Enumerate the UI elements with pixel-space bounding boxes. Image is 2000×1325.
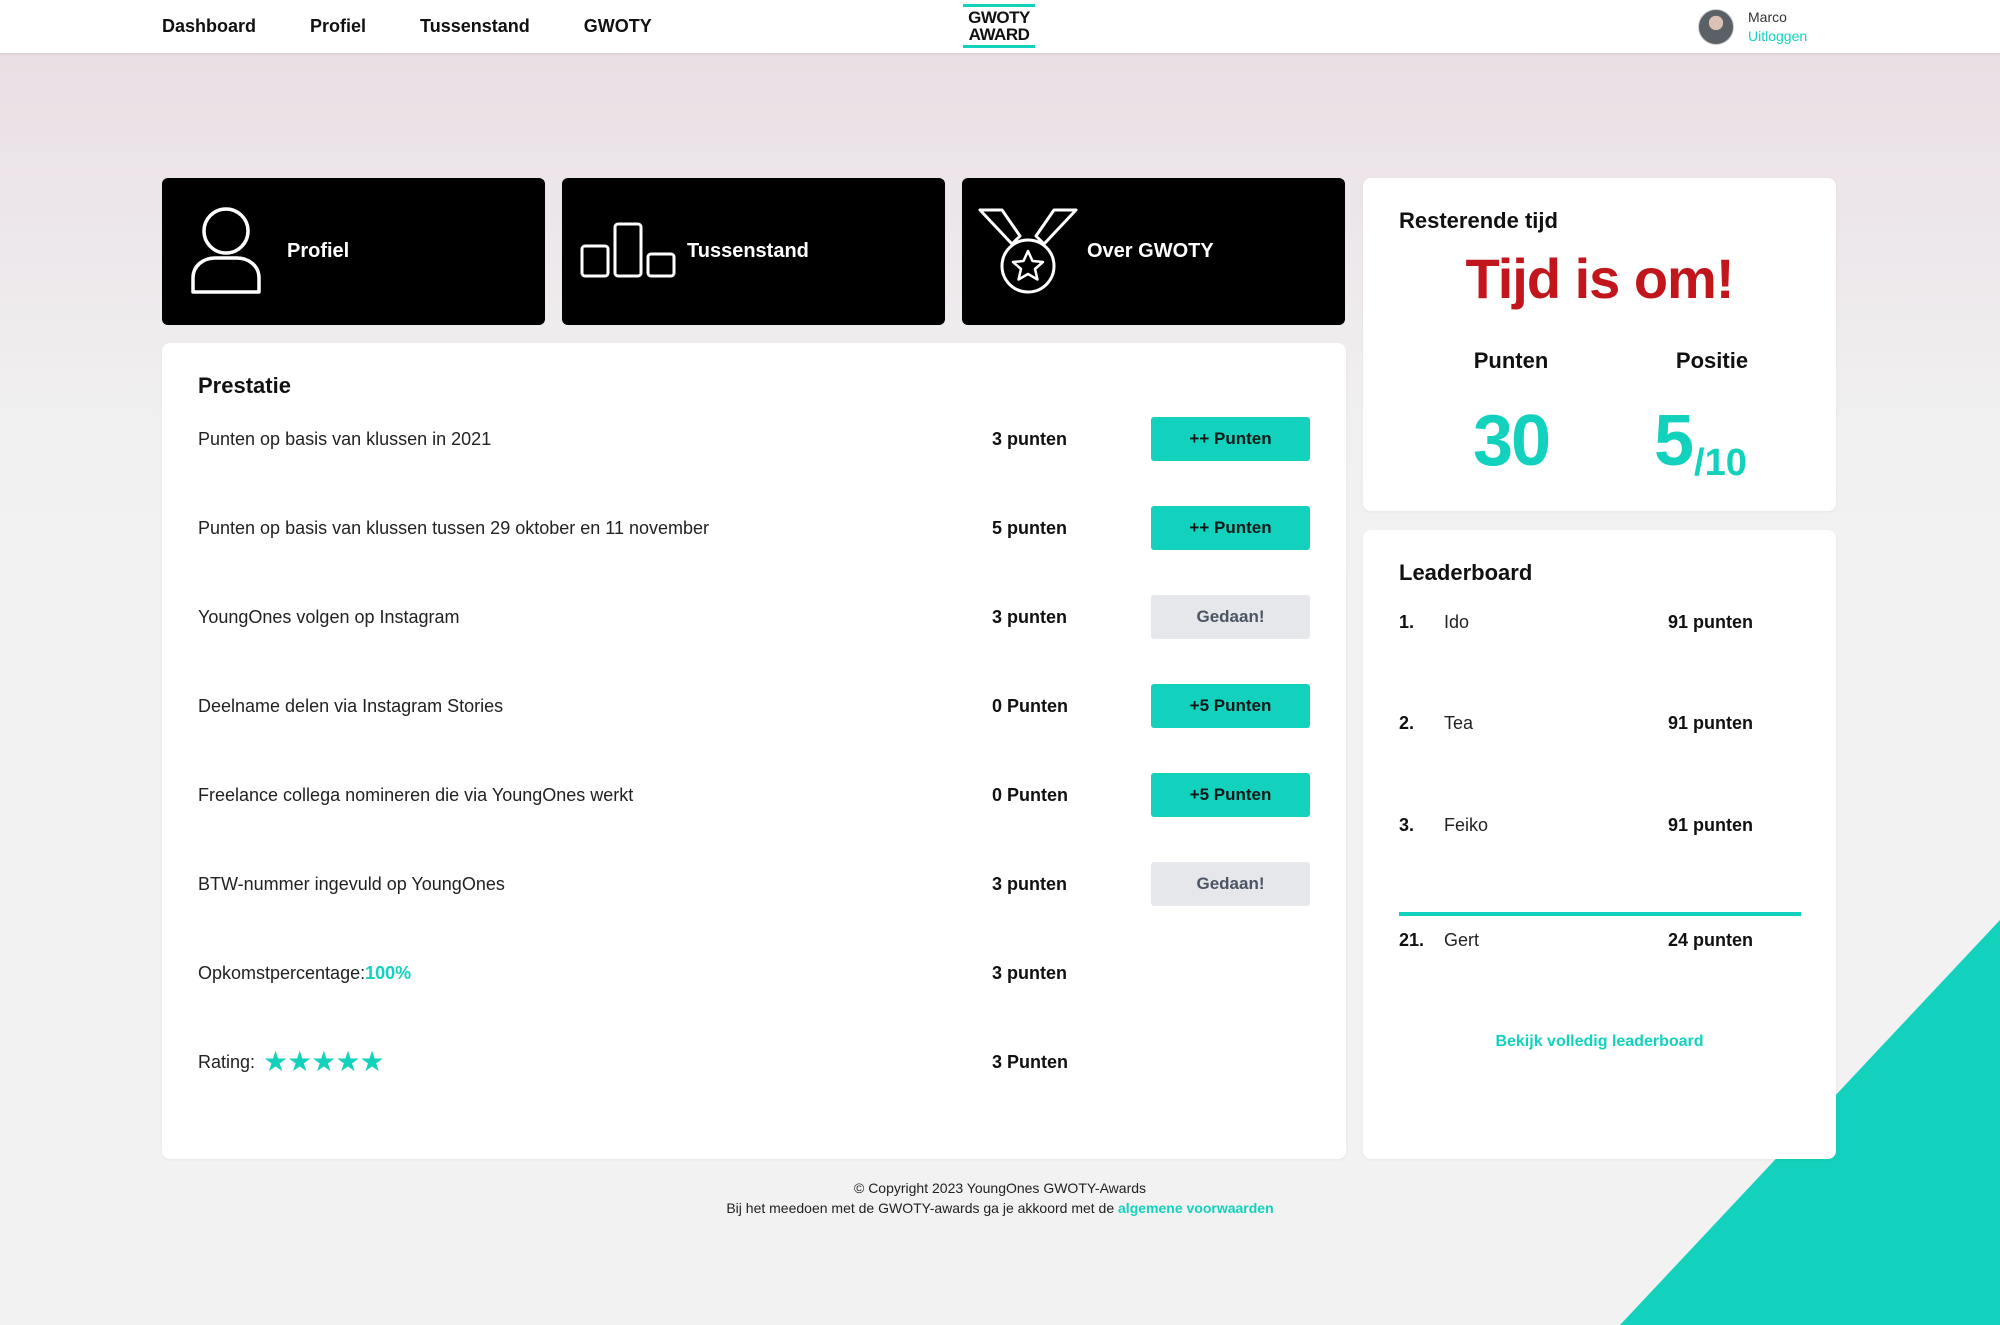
done-button[interactable]: Gedaan! <box>1151 862 1310 906</box>
leaderboard-points: 91 punten <box>1668 612 1754 632</box>
terms-text: Bij het meedoen met de GWOTY-awards ga j… <box>0 1198 2000 1218</box>
leaderboard-row: 1. Ido 91 punten <box>1399 610 1803 634</box>
nav-links: Dashboard Profiel Tussenstand GWOTY <box>162 0 652 53</box>
points-value: 30 <box>1472 401 1551 481</box>
position-value-wrap: 5/10 <box>1637 400 1807 485</box>
prestatie-title: Prestatie <box>198 373 291 398</box>
list-item: Punten op basis van klussen in 2021 3 pu… <box>198 417 1310 461</box>
done-button[interactable]: Gedaan! <box>1151 595 1310 639</box>
add-points-button[interactable]: ++ Punten <box>1151 506 1310 550</box>
add-points-button[interactable]: +5 Punten <box>1151 773 1310 817</box>
leaderboard-own-row: 21. Gert 24 punten <box>1399 928 1803 952</box>
tile-label-over-gwoty: Over GWOTY <box>1087 240 1214 262</box>
leaderboard-row: 3. Feiko 91 punten <box>1399 813 1803 837</box>
remaining-time-title: Resterende tijd <box>1399 208 1558 233</box>
medal-icon <box>978 208 1078 299</box>
leaderboard-name: Feiko <box>1444 815 1489 835</box>
star-rating-icon: ★★★★★ <box>263 1046 385 1077</box>
position-label: Positie <box>1675 348 1749 373</box>
bar-chart-icon <box>580 222 676 283</box>
list-item: Rating: ★★★★★ 3 Punten <box>198 1040 1310 1084</box>
list-item: BTW-nummer ingevuld op YoungOnes 3 punte… <box>198 862 1310 906</box>
list-item: Punten op basis van klussen tussen 29 ok… <box>198 506 1310 550</box>
nav-link-dashboard[interactable]: Dashboard <box>162 16 256 37</box>
list-item: Freelance collega nomineren die via Youn… <box>198 773 1310 817</box>
user-text: Marco Uitloggen <box>1748 8 1807 46</box>
row-points: 3 punten <box>992 963 1067 983</box>
leaderboard-points: 91 punten <box>1668 713 1754 733</box>
tile-tussenstand[interactable]: Tussenstand <box>562 178 945 325</box>
full-leaderboard-link[interactable]: Bekijk volledig leaderboard <box>1363 1033 1836 1051</box>
leaderboard-rank: 1. <box>1399 612 1415 632</box>
avatar[interactable] <box>1698 9 1734 45</box>
attendance-label-text: Opkomstpercentage: <box>198 963 366 983</box>
logo-line-2: AWARD <box>968 25 1030 44</box>
prestatie-card: Prestatie Punten op basis van klussen in… <box>162 343 1346 1159</box>
leaderboard-card: Leaderboard 1. Ido 91 punten 2. Tea 91 p… <box>1363 530 1836 1159</box>
position-value: 5 <box>1654 401 1695 481</box>
time-up-status: Tijd is om! <box>1465 247 1735 310</box>
list-item: Opkomstpercentage:100% 3 punten <box>198 951 1310 995</box>
row-label: Punten op basis van klussen in 2021 <box>198 429 492 449</box>
logo-bottom-bar <box>963 45 1035 48</box>
leaderboard-rank: 21. <box>1399 930 1425 950</box>
leaderboard-rank: 2. <box>1399 713 1415 733</box>
leaderboard-row: 2. Tea 91 punten <box>1399 711 1803 735</box>
row-points: 3 punten <box>992 607 1067 627</box>
leaderboard-divider <box>1399 912 1801 916</box>
leaderboard-name: Gert <box>1444 930 1480 950</box>
leaderboard-points: 91 punten <box>1668 815 1754 835</box>
row-label: Punten op basis van klussen tussen 29 ok… <box>198 518 709 538</box>
row-points: 5 punten <box>992 518 1067 538</box>
row-points: 3 punten <box>992 874 1067 894</box>
tile-profiel[interactable]: Profiel <box>162 178 545 325</box>
leaderboard-name: Ido <box>1444 612 1470 632</box>
row-label: BTW-nummer ingevuld op YoungOnes <box>198 874 505 894</box>
nav-link-tussenstand[interactable]: Tussenstand <box>420 16 530 37</box>
nav-link-profiel[interactable]: Profiel <box>310 16 366 37</box>
leaderboard-title: Leaderboard <box>1399 560 1533 585</box>
row-label: Deelname delen via Instagram Stories <box>198 696 504 716</box>
user-name: Marco <box>1748 9 1787 25</box>
position-total: /10 <box>1694 442 1747 484</box>
tile-over-gwoty[interactable]: Over GWOTY <box>962 178 1345 325</box>
leaderboard-rank: 3. <box>1399 815 1415 835</box>
row-points: 3 Punten <box>992 1052 1069 1072</box>
gwoty-award-logo[interactable]: GWOTY AWARD <box>963 4 1035 49</box>
row-label: YoungOnes volgen op Instagram <box>198 607 460 627</box>
row-points: 0 Punten <box>992 785 1069 805</box>
add-points-button[interactable]: +5 Punten <box>1151 684 1310 728</box>
nav-link-gwoty[interactable]: GWOTY <box>584 16 652 37</box>
points-label: Punten <box>1473 348 1549 373</box>
add-points-button[interactable]: ++ Punten <box>1151 417 1310 461</box>
rating-label: Rating: ★★★★★ <box>198 1040 385 1084</box>
user-menu: Marco Uitloggen <box>1698 8 1807 46</box>
tile-label-profiel: Profiel <box>287 240 350 262</box>
terms-link[interactable]: algemene voorwaarden <box>1118 1200 1274 1216</box>
user-icon <box>190 206 262 299</box>
tile-label-tussenstand: Tussenstand <box>687 240 809 262</box>
logout-link[interactable]: Uitloggen <box>1748 27 1807 46</box>
row-label: Freelance collega nomineren die via Youn… <box>198 785 634 805</box>
list-item: Deelname delen via Instagram Stories 0 P… <box>198 684 1310 728</box>
remaining-time-card: Resterende tijd Tijd is om! Punten Posit… <box>1363 178 1836 511</box>
logo-line-1: GWOTY <box>968 8 1030 27</box>
list-item: YoungOnes volgen op Instagram 3 punten G… <box>198 595 1310 639</box>
logo-top-bar <box>963 4 1035 7</box>
footer: © Copyright 2023 YoungOnes GWOTY-Awards … <box>0 1178 2000 1218</box>
copyright-text: © Copyright 2023 YoungOnes GWOTY-Awards <box>853 1180 1147 1196</box>
top-navigation: Dashboard Profiel Tussenstand GWOTY GWOT… <box>0 0 2000 53</box>
rating-label-text: Rating: <box>198 1052 256 1072</box>
leaderboard-points: 24 punten <box>1668 930 1754 950</box>
leaderboard-name: Tea <box>1444 713 1474 733</box>
row-points: 3 punten <box>992 429 1067 449</box>
attendance-value: 100% <box>365 963 412 983</box>
row-points: 0 Punten <box>992 696 1069 716</box>
terms-prefix: Bij het meedoen met de GWOTY-awards ga j… <box>726 1200 1119 1216</box>
attendance-label: Opkomstpercentage:100% <box>198 951 411 995</box>
